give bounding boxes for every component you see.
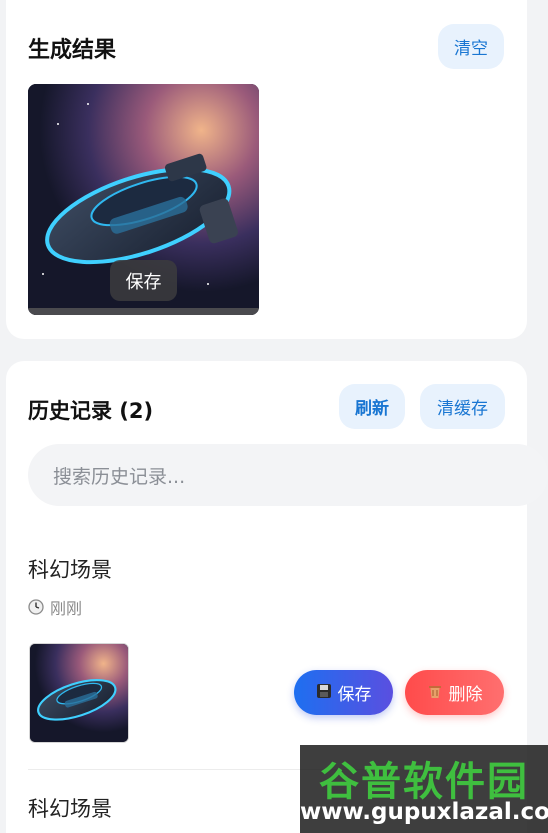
spaceship-thumbnail [30,644,128,742]
clear-button[interactable]: 清空 [438,24,504,69]
results-title: 生成结果 [28,38,117,63]
history-item-thumbnail[interactable] [29,643,129,743]
image-bottom-strip [28,308,259,315]
history-save-button[interactable]: 保存 [294,670,393,715]
history-delete-label: 删除 [448,685,483,705]
watermark-en: www.gupuxlazal.com [300,799,548,825]
results-card: 生成结果 清空 保存 [6,0,527,339]
history-item-title: 科幻场景 [28,558,112,582]
floppy-disk-icon [316,683,332,703]
search-placeholder: 搜索历史记录... [53,465,186,488]
search-input[interactable]: 搜索历史记录... [28,444,548,506]
history-item-title-2: 科幻场景 [28,797,112,821]
clear-cache-button[interactable]: 清缓存 [420,384,505,429]
history-save-label: 保存 [337,685,372,705]
history-delete-button[interactable]: 删除 [405,670,504,715]
history-item-time: 刚刚 [28,595,82,619]
generated-image[interactable]: 保存 [28,84,259,315]
clock-icon [28,599,44,615]
refresh-button[interactable]: 刷新 [339,384,405,429]
history-item-time-text: 刚刚 [50,599,83,618]
trash-icon [427,683,443,703]
watermark-logo: 谷普软件园 www.gupuxlazal.com [300,745,548,833]
history-title: 历史记录 (2) [28,399,154,423]
image-save-button[interactable]: 保存 [110,260,177,301]
